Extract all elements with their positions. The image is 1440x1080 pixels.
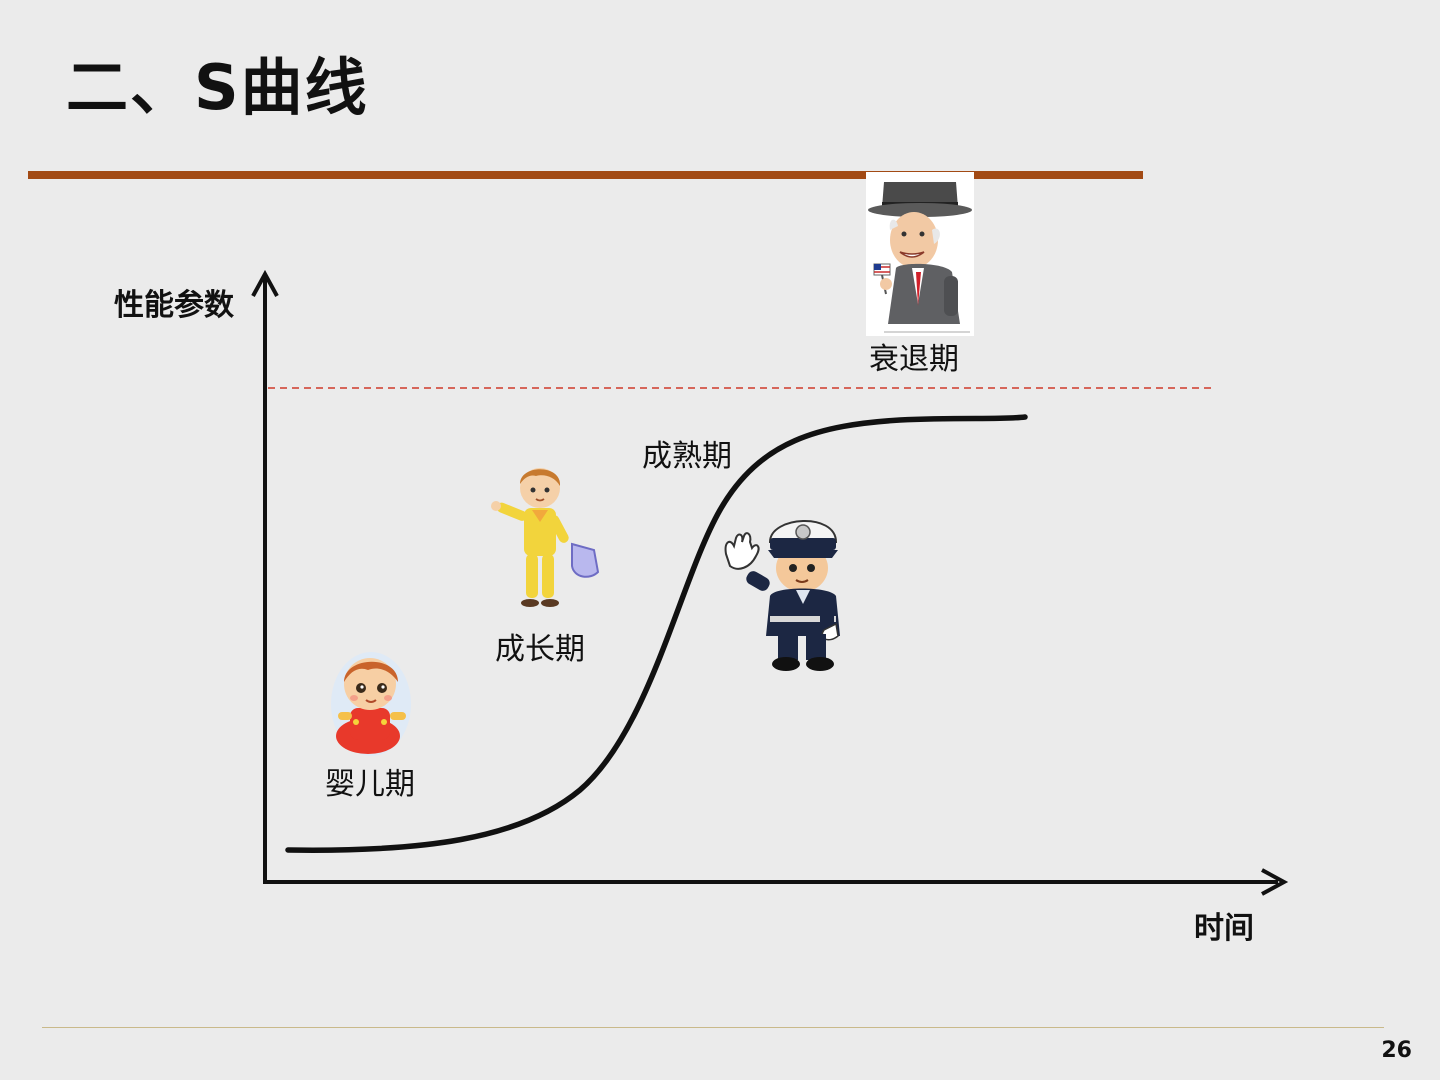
- child-icon: [491, 468, 600, 607]
- stage-label-infancy: 婴儿期: [325, 767, 415, 802]
- stage-label-decline: 衰退期: [869, 342, 959, 377]
- police-officer-icon: [724, 520, 840, 671]
- y-axis-label: 性能参数: [114, 288, 234, 323]
- page-number: 26: [1381, 1038, 1412, 1063]
- stage-label-maturity: 成熟期: [642, 439, 732, 474]
- footer-rule: [42, 1027, 1384, 1028]
- slide: 二、S曲线 性能参数 时间 婴儿期 成长期 成熟期 衰退期 26: [0, 0, 1440, 1080]
- x-axis-label: 时间: [1194, 911, 1254, 946]
- old-man-icon: [866, 172, 974, 336]
- baby-icon: [331, 652, 411, 756]
- stage-label-growth: 成长期: [495, 632, 585, 667]
